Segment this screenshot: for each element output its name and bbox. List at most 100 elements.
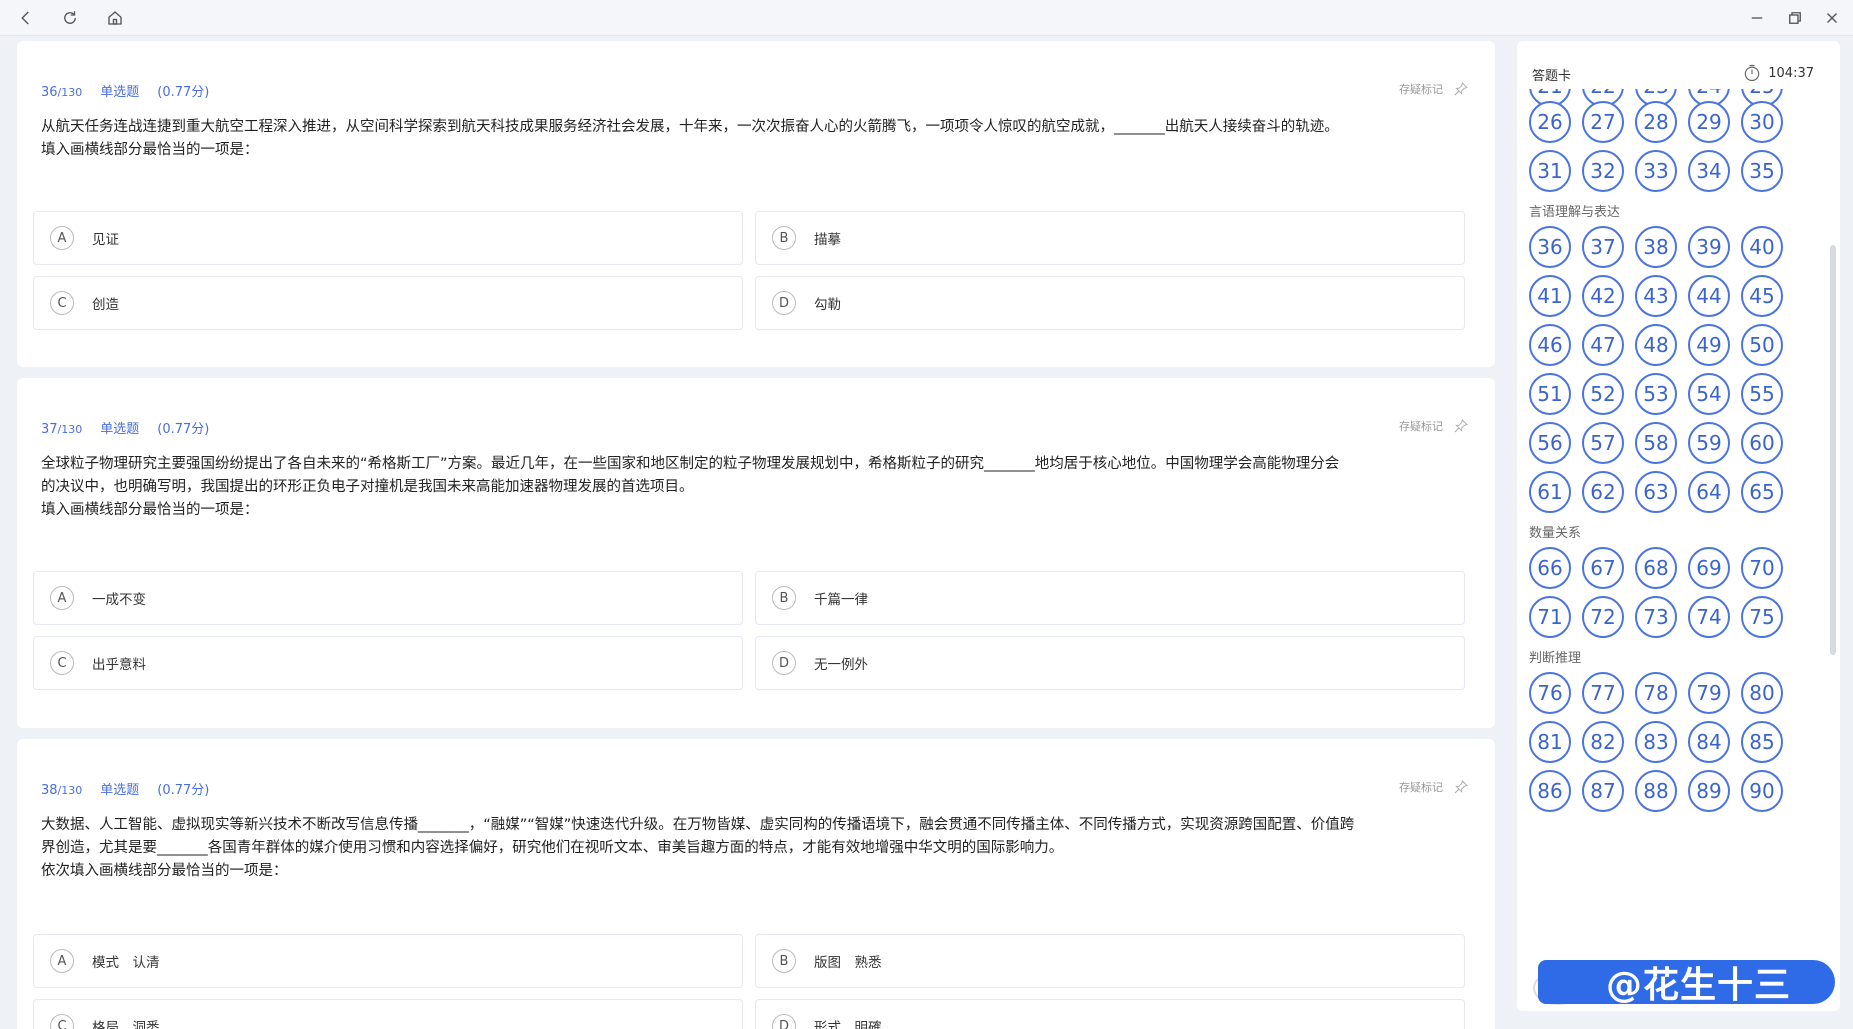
answer-number-60[interactable]: 60 [1741,422,1783,464]
answer-number-54[interactable]: 54 [1688,373,1730,415]
answer-number-89[interactable]: 89 [1688,770,1730,812]
answer-number-57[interactable]: 57 [1582,422,1624,464]
answer-number-39[interactable]: 39 [1688,226,1730,268]
answer-number-38[interactable]: 38 [1635,226,1677,268]
answer-number-61[interactable]: 61 [1529,471,1571,513]
answer-number-84[interactable]: 84 [1688,721,1730,763]
option-letter: C [50,291,74,315]
timer-value: 104:37 [1768,65,1814,81]
question-line: 的决议中，也明确写明，我国提出的环形正负电子对撞机是我国未来高能加速器物理发展的… [41,479,694,495]
question-list[interactable]: 36/130 单选题 (0.77分) 存疑标记 从航天任务连战连捷到重大航空工程… [17,41,1495,1029]
answer-number-51[interactable]: 51 [1529,373,1571,415]
answer-number-34[interactable]: 34 [1688,150,1730,192]
answer-number-83[interactable]: 83 [1635,721,1677,763]
answer-number-29[interactable]: 29 [1688,101,1730,143]
timer: 104:37 [1742,63,1814,83]
answer-number-75[interactable]: 75 [1741,596,1783,638]
answer-number-43[interactable]: 43 [1635,275,1677,317]
pin-icon [1454,780,1468,794]
answer-number-26[interactable]: 26 [1529,101,1571,143]
answer-number-85[interactable]: 85 [1741,721,1783,763]
answer-number-72[interactable]: 72 [1582,596,1624,638]
answer-number-35[interactable]: 35 [1741,150,1783,192]
option-b[interactable]: B 千篇一律 [755,571,1465,625]
answer-number-53[interactable]: 53 [1635,373,1677,415]
answer-number-88[interactable]: 88 [1635,770,1677,812]
answer-number-55[interactable]: 55 [1741,373,1783,415]
question-line: 全球粒子物理研究主要强国纷纷提出了各自未来的“希格斯工厂”方案。最近几年，在一些… [41,456,1340,472]
answer-number-63[interactable]: 63 [1635,471,1677,513]
option-d[interactable]: D 形式 明確 [755,999,1465,1029]
option-b[interactable]: B 版图 熟悉 [755,934,1465,988]
answer-number-27[interactable]: 27 [1582,101,1624,143]
answer-number-50[interactable]: 50 [1741,324,1783,366]
option-text: 无一例外 [814,657,868,673]
answer-number-28[interactable]: 28 [1635,101,1677,143]
answer-number-45[interactable]: 45 [1741,275,1783,317]
answer-number-73[interactable]: 73 [1635,596,1677,638]
option-a[interactable]: A 见证 [33,211,743,265]
option-c[interactable]: C 格局 洞悉 [33,999,743,1029]
home-icon[interactable] [103,6,127,30]
answer-number-40[interactable]: 40 [1741,226,1783,268]
option-a[interactable]: A 模式 认清 [33,934,743,988]
option-a[interactable]: A 一成不变 [33,571,743,625]
question-score: (0.77分) [157,422,210,437]
option-letter: D [772,1014,796,1029]
answer-number-81[interactable]: 81 [1529,721,1571,763]
option-d[interactable]: D 无一例外 [755,636,1465,690]
answer-number-48[interactable]: 48 [1635,324,1677,366]
close-icon[interactable] [1820,6,1844,30]
answer-number-52[interactable]: 52 [1582,373,1624,415]
option-letter: B [772,586,796,610]
answer-number-42[interactable]: 42 [1582,275,1624,317]
answer-number-70[interactable]: 70 [1741,547,1783,589]
restore-icon[interactable] [1783,6,1807,30]
option-b[interactable]: B 描摹 [755,211,1465,265]
doubt-mark-button[interactable]: 存疑标记 [1399,779,1469,795]
answer-number-86[interactable]: 86 [1529,770,1571,812]
answer-number-64[interactable]: 64 [1688,471,1730,513]
answer-number-76[interactable]: 76 [1529,672,1571,714]
answer-number-32[interactable]: 32 [1582,150,1624,192]
doubt-mark-button[interactable]: 存疑标记 [1399,418,1469,434]
scrollbar[interactable] [1830,245,1836,655]
answer-number-71[interactable]: 71 [1529,596,1571,638]
answer-number-68[interactable]: 68 [1635,547,1677,589]
answer-number-78[interactable]: 78 [1635,672,1677,714]
answer-number-37[interactable]: 37 [1582,226,1624,268]
answer-number-62[interactable]: 62 [1582,471,1624,513]
answer-number-90[interactable]: 90 [1741,770,1783,812]
answer-number-80[interactable]: 80 [1741,672,1783,714]
answer-number-79[interactable]: 79 [1688,672,1730,714]
answer-number-67[interactable]: 67 [1582,547,1624,589]
answer-grid[interactable]: 言语理解与表达 数量关系 判断推理 2122232425262728293031… [1517,89,1840,989]
answer-number-47[interactable]: 47 [1582,324,1624,366]
doubt-mark-button[interactable]: 存疑标记 [1399,81,1469,97]
answer-number-82[interactable]: 82 [1582,721,1624,763]
option-text: 格局 洞悉 [92,1020,160,1029]
option-c[interactable]: C 创造 [33,276,743,330]
answer-number-58[interactable]: 58 [1635,422,1677,464]
refresh-icon[interactable] [58,6,82,30]
answer-number-49[interactable]: 49 [1688,324,1730,366]
option-c[interactable]: C 出乎意料 [33,636,743,690]
answer-number-87[interactable]: 87 [1582,770,1624,812]
answer-number-30[interactable]: 30 [1741,101,1783,143]
answer-number-36[interactable]: 36 [1529,226,1571,268]
back-icon[interactable] [14,6,38,30]
answer-number-33[interactable]: 33 [1635,150,1677,192]
answer-number-44[interactable]: 44 [1688,275,1730,317]
answer-number-65[interactable]: 65 [1741,471,1783,513]
answer-number-66[interactable]: 66 [1529,547,1571,589]
minimize-icon[interactable] [1745,6,1769,30]
answer-number-59[interactable]: 59 [1688,422,1730,464]
answer-number-46[interactable]: 46 [1529,324,1571,366]
option-d[interactable]: D 勾勒 [755,276,1465,330]
answer-number-56[interactable]: 56 [1529,422,1571,464]
answer-number-74[interactable]: 74 [1688,596,1730,638]
answer-number-31[interactable]: 31 [1529,150,1571,192]
answer-number-41[interactable]: 41 [1529,275,1571,317]
answer-number-77[interactable]: 77 [1582,672,1624,714]
answer-number-69[interactable]: 69 [1688,547,1730,589]
